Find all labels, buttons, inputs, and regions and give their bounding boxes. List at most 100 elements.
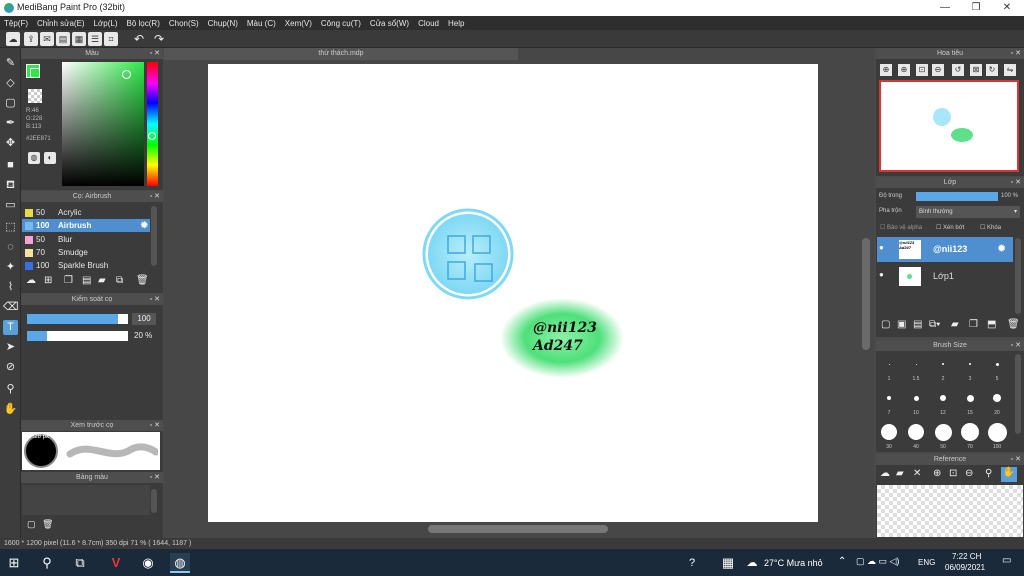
text-tool-icon[interactable]: T — [3, 320, 18, 335]
maximize-button[interactable]: ❐ — [961, 0, 991, 16]
panel-icon[interactable]: ▤ — [56, 32, 70, 46]
medibang-taskbar-icon[interactable]: ◍ — [170, 553, 190, 573]
brush-size-dot[interactable] — [987, 422, 1007, 442]
reference-canvas[interactable] — [877, 485, 1023, 537]
brush-size-dot[interactable] — [934, 423, 952, 441]
folder-icon[interactable]: ▰ — [951, 319, 959, 330]
panel-close-icon[interactable]: ▫ ✕ — [1011, 340, 1021, 351]
document-tab[interactable]: thử thách.mdp — [164, 48, 518, 60]
chevron-up-icon[interactable]: ⌃ — [838, 556, 846, 567]
clock-date[interactable]: 06/09/2021 — [945, 563, 985, 572]
rotate-right-icon[interactable]: ↻ — [986, 64, 998, 76]
lock-checkbox[interactable]: ☐ Khóa — [980, 224, 1001, 231]
close-reference-icon[interactable]: ✕ — [913, 468, 921, 479]
menu-color[interactable]: Màu (C) — [247, 19, 276, 28]
brush-folder-icon[interactable]: ▰ — [98, 275, 106, 286]
eyedropper-icon[interactable]: ⚲ — [3, 382, 18, 397]
layer-opacity-slider[interactable] — [916, 192, 998, 201]
crop-icon[interactable]: ⌗ — [104, 32, 118, 46]
palette-scrollbar[interactable] — [151, 489, 157, 513]
brush-settings-gear-icon[interactable]: ✹ — [140, 220, 148, 231]
marquee-icon[interactable]: ⬚ — [3, 220, 18, 235]
brush-size-dot[interactable] — [961, 423, 979, 441]
brush-size-dot[interactable] — [993, 394, 1001, 402]
brush-size-dot[interactable] — [966, 394, 974, 402]
brush-size-slider[interactable] — [27, 314, 128, 324]
open-folder-icon[interactable]: ▰ — [896, 468, 904, 479]
select-eraser-icon[interactable]: ⌫ — [3, 300, 19, 315]
calendar-icon[interactable]: ▦ — [718, 553, 738, 573]
brush-size-dot[interactable] — [940, 395, 946, 401]
new-layer-menu-icon[interactable]: ⧉▾ — [929, 319, 940, 330]
brush-item[interactable]: 50 Blur — [22, 233, 150, 246]
color-palette-icon[interactable]: ◍ — [28, 152, 40, 164]
panel-close-icon[interactable]: ▫ ✕ — [150, 472, 160, 483]
menu-snap[interactable]: Chụp(N) — [208, 19, 238, 28]
trash-icon[interactable]: 🗑 — [1007, 319, 1020, 330]
close-button[interactable]: ✕ — [992, 0, 1022, 16]
app-v-icon[interactable]: V — [106, 553, 126, 573]
language-indicator[interactable]: ENG — [918, 558, 935, 567]
page-icon[interactable]: ▦ — [72, 32, 86, 46]
canvas-h-scrollbar[interactable] — [428, 525, 608, 533]
brush-size-value[interactable]: 100 — [132, 313, 156, 325]
bucket-icon[interactable]: ⛾ — [3, 178, 18, 193]
comment-icon[interactable]: ✉ — [40, 32, 54, 46]
duplicate-layer-icon[interactable]: ❐ — [969, 319, 978, 330]
add-palette-icon[interactable]: ▢ — [27, 519, 36, 530]
layer-settings-gear-icon[interactable]: ✹ — [997, 242, 1006, 255]
menu-tools[interactable]: Công cụ(T) — [321, 19, 361, 28]
system-tray-icons[interactable]: ▢ ☁ ▭ ◁) — [856, 556, 899, 567]
zoom-in-icon[interactable]: ⊕ — [880, 64, 892, 76]
brush-duplicate-icon[interactable]: ⧉ — [116, 275, 123, 286]
panel-close-icon[interactable]: ▫ ✕ — [150, 420, 160, 431]
brush-size-dot[interactable] — [995, 362, 999, 366]
divide-icon[interactable]: ⊘ — [3, 360, 18, 375]
brush-size-dot[interactable] — [881, 424, 897, 440]
move-tool-icon[interactable]: ✥ — [3, 136, 18, 151]
flip-icon[interactable]: ⇋ — [1004, 64, 1016, 76]
search-icon[interactable]: ⚲ — [37, 553, 57, 573]
menu-cloud[interactable]: Cloud — [418, 19, 439, 28]
pen-tool-icon[interactable]: ✒ — [3, 116, 18, 131]
brush-size-dot[interactable] — [888, 363, 890, 365]
list-icon[interactable]: ☰ — [88, 32, 102, 46]
brush-size-dot[interactable] — [969, 363, 971, 365]
trash-icon[interactable]: 🗑 — [136, 275, 149, 286]
cloud-icon[interactable]: ☁ — [6, 32, 20, 46]
brush-size-dot[interactable] — [913, 395, 919, 401]
fit-icon[interactable]: ⊡ — [916, 64, 928, 76]
brush-size-dot[interactable] — [908, 424, 924, 440]
merge-layer-icon[interactable]: ⬒ — [987, 319, 996, 330]
eyedropper-icon[interactable]: ⚲ — [985, 468, 992, 479]
new-layer-1bit-icon[interactable]: ▤ — [913, 319, 922, 330]
panel-close-icon[interactable]: ▫ ✕ — [150, 48, 160, 59]
eye-visibility-icon[interactable]: ● — [879, 270, 884, 279]
menu-filter[interactable]: Bộ lọc(R) — [127, 19, 160, 28]
eraser-tool-icon[interactable]: ◇ — [3, 76, 18, 91]
new-layer-half-icon[interactable]: ▣ — [897, 319, 906, 330]
notification-icon[interactable]: ▭ — [1002, 555, 1011, 566]
layer-row-selected[interactable]: ● @nii123 Ad247 @nii123 ✹ — [877, 237, 1013, 262]
layer-row[interactable]: ● Lớp1 — [877, 264, 1013, 289]
brush-size-dot[interactable] — [942, 363, 944, 365]
panel-close-icon[interactable]: ▫ ✕ — [1011, 48, 1021, 59]
task-view-icon[interactable]: ⧉ — [70, 553, 90, 573]
brush-item[interactable]: 100 Sparkle Brush — [22, 259, 150, 272]
add-brush-icon[interactable]: ⊞ — [44, 275, 52, 286]
rect-select-icon[interactable]: ▢ — [3, 96, 18, 111]
canvas-v-scrollbar[interactable] — [862, 238, 870, 350]
secondary-color-swatch[interactable] — [30, 68, 40, 78]
brush-size-dot[interactable] — [887, 396, 891, 400]
brush-size-dot[interactable] — [915, 363, 917, 365]
fill-rect-icon[interactable]: ■ — [3, 158, 18, 173]
zoom-in-icon[interactable]: ⊕ — [933, 468, 941, 479]
zoom-plus-icon[interactable]: ⊕ — [898, 64, 910, 76]
menu-select[interactable]: Chọn(S) — [169, 19, 199, 28]
panel-close-icon[interactable]: ▫ ✕ — [1011, 454, 1021, 465]
menu-edit[interactable]: Chỉnh sửa(E) — [37, 19, 85, 28]
zoom-out-icon[interactable]: ⊖ — [965, 468, 973, 479]
menu-layer[interactable]: Lớp(L) — [94, 19, 118, 28]
protect-alpha-checkbox[interactable]: ☐ Bảo vệ alpha — [880, 224, 922, 231]
menu-view[interactable]: Xem(V) — [285, 19, 312, 28]
